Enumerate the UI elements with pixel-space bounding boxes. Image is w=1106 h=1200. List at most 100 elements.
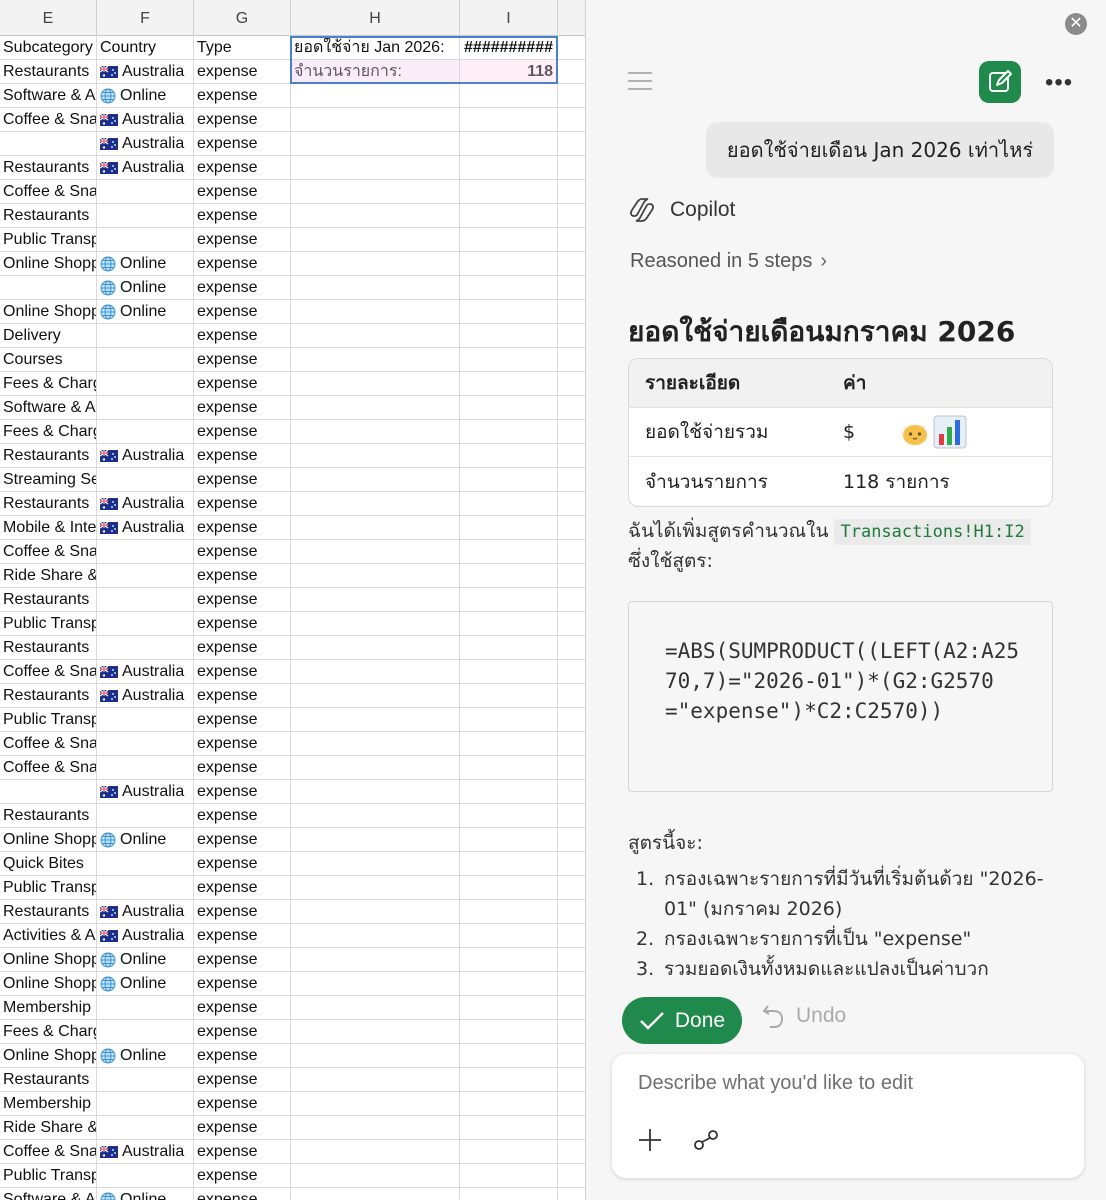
cell-j22[interactable] bbox=[558, 540, 585, 564]
cell-e10[interactable]: Online Shopping bbox=[0, 252, 97, 276]
cell-j23[interactable] bbox=[558, 564, 585, 588]
more-options-icon[interactable]: ••• bbox=[1045, 69, 1073, 97]
cell-f32[interactable]: Australia bbox=[97, 780, 194, 804]
cell-i43[interactable] bbox=[460, 1044, 558, 1068]
cell-e33[interactable]: Restaurants bbox=[0, 804, 97, 828]
cell-e17[interactable]: Fees & Charges bbox=[0, 420, 97, 444]
cell-h40[interactable] bbox=[291, 972, 460, 996]
cell-g34[interactable]: expense bbox=[194, 828, 291, 852]
cell-f24[interactable] bbox=[97, 588, 194, 612]
cell-i8[interactable] bbox=[460, 204, 558, 228]
cell-f19[interactable] bbox=[97, 468, 194, 492]
cell-h29[interactable] bbox=[291, 708, 460, 732]
cell-i2[interactable]: 118 bbox=[460, 60, 558, 84]
cell-h48[interactable] bbox=[291, 1164, 460, 1188]
cell-e13[interactable]: Delivery bbox=[0, 324, 97, 348]
cell-g28[interactable]: expense bbox=[194, 684, 291, 708]
cell-i4[interactable] bbox=[460, 108, 558, 132]
cell-g49[interactable]: expense bbox=[194, 1188, 291, 1200]
cell-g25[interactable]: expense bbox=[194, 612, 291, 636]
cell-j49[interactable] bbox=[558, 1188, 585, 1200]
cell-f6[interactable]: Australia bbox=[97, 156, 194, 180]
cell-f17[interactable] bbox=[97, 420, 194, 444]
cell-g40[interactable]: expense bbox=[194, 972, 291, 996]
cell-e2[interactable]: Restaurants bbox=[0, 60, 97, 84]
close-pane-button[interactable]: ✕ bbox=[1065, 13, 1087, 35]
cell-i23[interactable] bbox=[460, 564, 558, 588]
cell-i21[interactable] bbox=[460, 516, 558, 540]
cell-e41[interactable]: Membership bbox=[0, 996, 97, 1020]
cell-f37[interactable]: Australia bbox=[97, 900, 194, 924]
cell-f3[interactable]: Online bbox=[97, 84, 194, 108]
cell-g41[interactable]: expense bbox=[194, 996, 291, 1020]
cell-e31[interactable]: Coffee & Snacks bbox=[0, 756, 97, 780]
cell-j14[interactable] bbox=[558, 348, 585, 372]
cell-e7[interactable]: Coffee & Snacks bbox=[0, 180, 97, 204]
cell-e45[interactable]: Membership bbox=[0, 1092, 97, 1116]
cell-e32[interactable] bbox=[0, 780, 97, 804]
cell-e5[interactable] bbox=[0, 132, 97, 156]
cell-f35[interactable] bbox=[97, 852, 194, 876]
cell-i45[interactable] bbox=[460, 1092, 558, 1116]
cell-f28[interactable]: Australia bbox=[97, 684, 194, 708]
cell-g8[interactable]: expense bbox=[194, 204, 291, 228]
cell-i29[interactable] bbox=[460, 708, 558, 732]
cell-i18[interactable] bbox=[460, 444, 558, 468]
cell-i9[interactable] bbox=[460, 228, 558, 252]
cell-i37[interactable] bbox=[460, 900, 558, 924]
cell-j36[interactable] bbox=[558, 876, 585, 900]
cell-j8[interactable] bbox=[558, 204, 585, 228]
cell-e46[interactable]: Ride Share & Taxi bbox=[0, 1116, 97, 1140]
cell-h42[interactable] bbox=[291, 1020, 460, 1044]
cell-j28[interactable] bbox=[558, 684, 585, 708]
cell-h27[interactable] bbox=[291, 660, 460, 684]
cell-i36[interactable] bbox=[460, 876, 558, 900]
cell-e29[interactable]: Public Transport bbox=[0, 708, 97, 732]
cell-h37[interactable] bbox=[291, 900, 460, 924]
spreadsheet-grid[interactable]: E F G H I Subcategory Country Type ยอดใช… bbox=[0, 0, 586, 1200]
cell-g11[interactable]: expense bbox=[194, 276, 291, 300]
cell-j24[interactable] bbox=[558, 588, 585, 612]
cell-j40[interactable] bbox=[558, 972, 585, 996]
cell-g6[interactable]: expense bbox=[194, 156, 291, 180]
cell-f2[interactable]: Australia bbox=[97, 60, 194, 84]
cell-f14[interactable] bbox=[97, 348, 194, 372]
cell-j1[interactable] bbox=[558, 36, 585, 60]
cell-e34[interactable]: Online Shopping bbox=[0, 828, 97, 852]
cell-e44[interactable]: Restaurants bbox=[0, 1068, 97, 1092]
cell-g2[interactable]: expense bbox=[194, 60, 291, 84]
cell-h12[interactable] bbox=[291, 300, 460, 324]
cell-j6[interactable] bbox=[558, 156, 585, 180]
done-button[interactable]: Done bbox=[622, 997, 742, 1044]
cell-f21[interactable]: Australia bbox=[97, 516, 194, 540]
cell-i48[interactable] bbox=[460, 1164, 558, 1188]
cell-j18[interactable] bbox=[558, 444, 585, 468]
cell-i32[interactable] bbox=[460, 780, 558, 804]
cell-h17[interactable] bbox=[291, 420, 460, 444]
cell-h23[interactable] bbox=[291, 564, 460, 588]
cell-j34[interactable] bbox=[558, 828, 585, 852]
cell-j43[interactable] bbox=[558, 1044, 585, 1068]
cell-f10[interactable]: Online bbox=[97, 252, 194, 276]
reasoning-toggle[interactable]: Reasoned in 5 steps › bbox=[630, 250, 827, 273]
cell-i17[interactable] bbox=[460, 420, 558, 444]
cell-f36[interactable] bbox=[97, 876, 194, 900]
cell-j2[interactable] bbox=[558, 60, 585, 84]
cell-e36[interactable]: Public Transport bbox=[0, 876, 97, 900]
cell-g32[interactable]: expense bbox=[194, 780, 291, 804]
cell-h30[interactable] bbox=[291, 732, 460, 756]
cell-e25[interactable]: Public Transport bbox=[0, 612, 97, 636]
cell-j21[interactable] bbox=[558, 516, 585, 540]
cell-f12[interactable]: Online bbox=[97, 300, 194, 324]
cell-g38[interactable]: expense bbox=[194, 924, 291, 948]
cell-g7[interactable]: expense bbox=[194, 180, 291, 204]
cell-h11[interactable] bbox=[291, 276, 460, 300]
cell-e47[interactable]: Coffee & Snacks bbox=[0, 1140, 97, 1164]
cell-h43[interactable] bbox=[291, 1044, 460, 1068]
cell-j26[interactable] bbox=[558, 636, 585, 660]
cell-j48[interactable] bbox=[558, 1164, 585, 1188]
cell-g5[interactable]: expense bbox=[194, 132, 291, 156]
cell-g12[interactable]: expense bbox=[194, 300, 291, 324]
cell-j11[interactable] bbox=[558, 276, 585, 300]
cell-i47[interactable] bbox=[460, 1140, 558, 1164]
